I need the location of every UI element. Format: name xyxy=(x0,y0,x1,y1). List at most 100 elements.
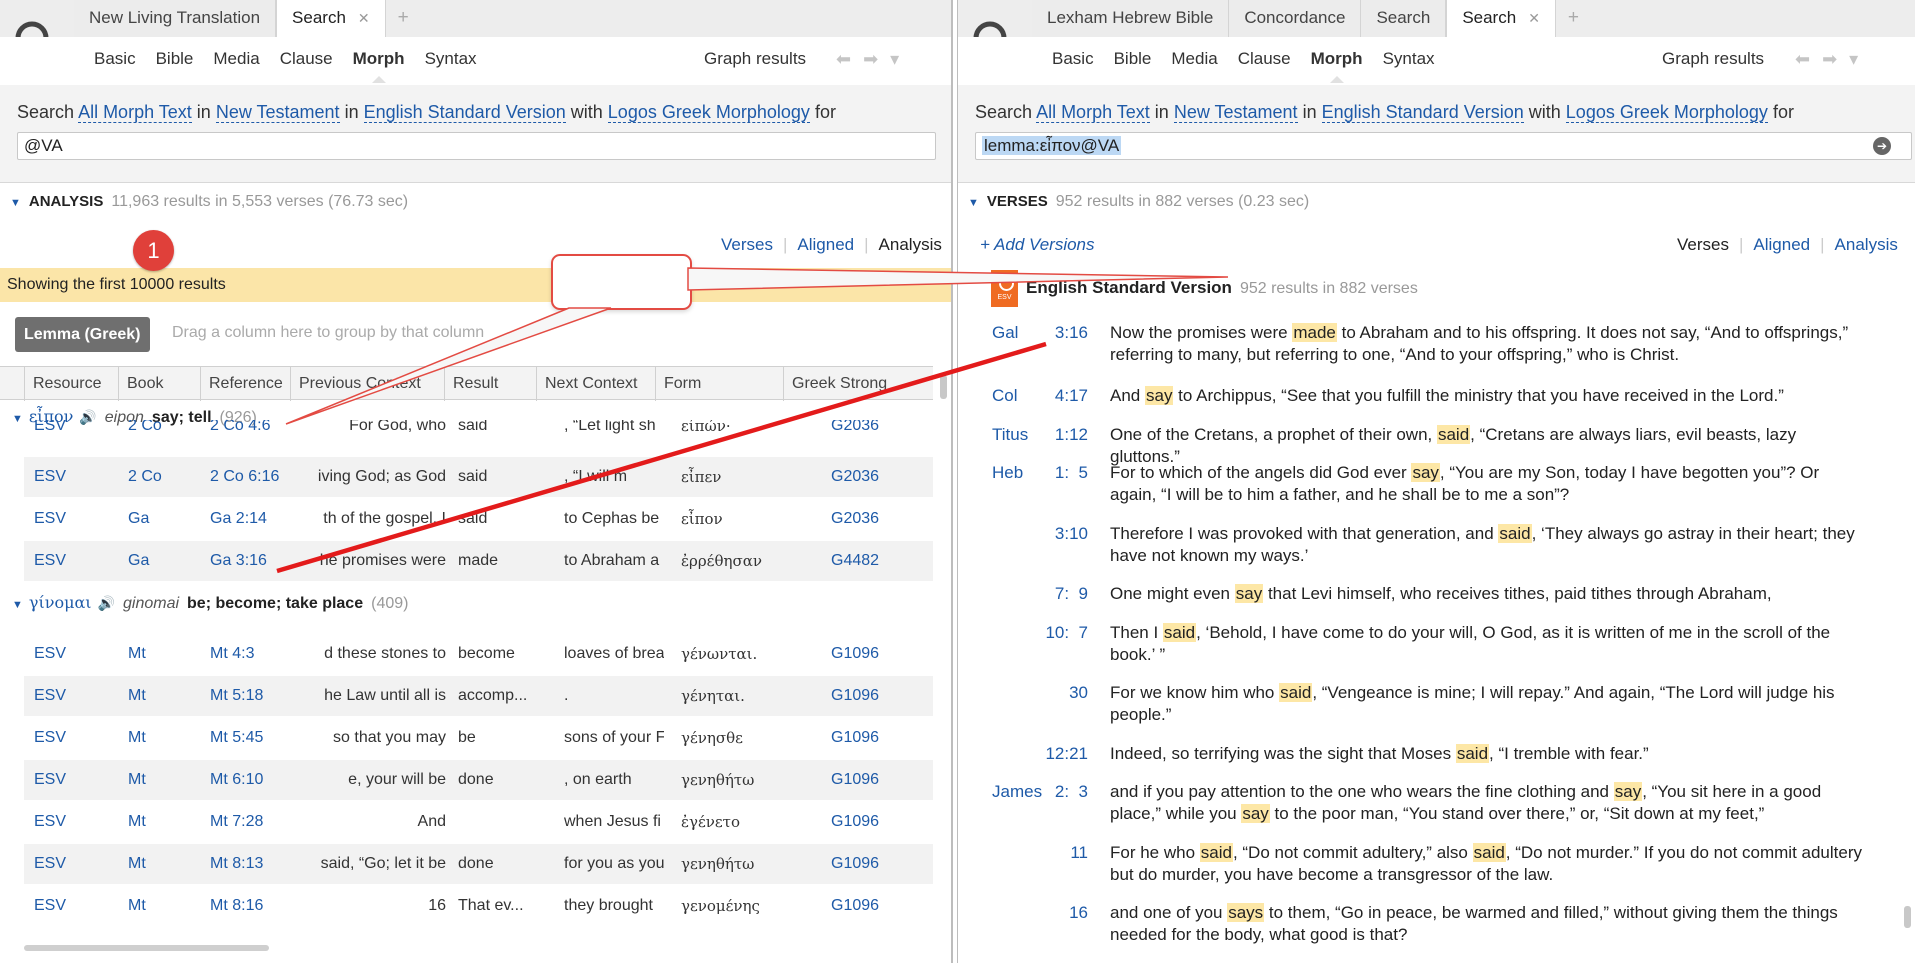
cell-resource[interactable]: ESV xyxy=(34,457,114,497)
column-header-next-context[interactable]: Next Context xyxy=(536,367,655,401)
search-field-dropdown[interactable]: All Morph Text xyxy=(1036,102,1150,123)
verse-reference[interactable]: 4:17 xyxy=(1018,385,1088,407)
verse-book[interactable]: Gal xyxy=(992,322,1018,344)
table-row[interactable]: ESV Mt Mt 7:28 And when Jesus fi ἐγένετο G1096 xyxy=(24,802,933,842)
vertical-scrollbar[interactable] xyxy=(940,305,947,945)
cell-resource[interactable]: ESV xyxy=(34,802,114,842)
cell-strong[interactable]: G1096 xyxy=(831,676,921,716)
search-range-dropdown[interactable]: New Testament xyxy=(1173,102,1298,123)
view-aligned-link[interactable]: Aligned xyxy=(797,235,854,254)
cell-strong[interactable]: G2036 xyxy=(831,457,921,497)
horizontal-scrollbar[interactable] xyxy=(24,945,269,951)
verse-reference[interactable]: 3:10 xyxy=(1018,523,1088,545)
tab-search[interactable]: Search ✕ xyxy=(276,0,386,37)
column-header-previous-context[interactable]: Previous Context xyxy=(290,367,444,401)
verse-book[interactable]: Col xyxy=(992,385,1018,407)
cell-strong[interactable]: G1096 xyxy=(831,760,921,800)
subtab-morph[interactable]: Morph xyxy=(1311,49,1363,83)
subtab-clause[interactable]: Clause xyxy=(1238,49,1291,69)
verse-reference[interactable]: 2: 3 xyxy=(1018,781,1088,803)
subtab-morph[interactable]: Morph xyxy=(353,49,405,83)
column-header-form[interactable]: Form xyxy=(655,367,783,401)
add-versions-link[interactable]: + Add Versions xyxy=(980,235,1095,255)
search-query-input[interactable]: lemma:εἶπον@VA xyxy=(975,132,1912,160)
cell-strong[interactable]: G2036 xyxy=(831,499,921,539)
subtab-syntax[interactable]: Syntax xyxy=(1383,49,1435,69)
cell-resource[interactable]: ESV xyxy=(34,844,114,884)
cell-strong[interactable]: G4482 xyxy=(831,541,921,581)
subtab-clause[interactable]: Clause xyxy=(280,49,333,69)
collapse-triangle-icon[interactable]: ▼ xyxy=(12,599,23,611)
search-range-dropdown[interactable]: New Testament xyxy=(215,102,340,123)
lemma-greek[interactable]: γίνομαι xyxy=(29,593,92,612)
table-row[interactable]: ESV 2 Co 2 Co 6:16 iving God; as God said, “… xyxy=(24,457,933,497)
column-header-result[interactable]: Result xyxy=(444,367,536,401)
cell-book[interactable]: Ga xyxy=(128,499,204,539)
cell-book[interactable]: Mt xyxy=(128,802,204,842)
verse-reference[interactable]: 11 xyxy=(1018,842,1088,864)
cell-book[interactable]: Ga xyxy=(128,541,204,581)
view-analysis-link[interactable]: Analysis xyxy=(1835,235,1898,254)
version-name[interactable]: English Standard Version xyxy=(1026,278,1232,297)
cell-resource[interactable]: ESV xyxy=(34,760,114,800)
tab-concordance[interactable]: Concordance xyxy=(1229,0,1362,37)
vertical-scrollbar[interactable] xyxy=(1904,270,1911,950)
graph-results-button[interactable]: Graph results xyxy=(1662,49,1764,69)
collapse-triangle-icon[interactable]: ▼ xyxy=(12,413,23,425)
search-version-dropdown[interactable]: English Standard Version xyxy=(363,102,566,123)
verse-reference[interactable]: 7: 9 xyxy=(1018,583,1088,605)
table-row[interactable]: ESV Mt Mt 6:10 e, your will be done, on eart… xyxy=(24,760,933,800)
cell-resource[interactable]: ESV xyxy=(34,499,114,539)
verse-reference[interactable]: 3:16 xyxy=(1018,322,1088,344)
subtab-basic[interactable]: Basic xyxy=(1052,49,1094,69)
search-version-dropdown[interactable]: English Standard Version xyxy=(1321,102,1524,123)
subtab-syntax[interactable]: Syntax xyxy=(425,49,477,69)
verses-section-header[interactable]: ▼ VERSES 952 results in 882 verses (0.23 s… xyxy=(968,193,1309,211)
subtab-bible[interactable]: Bible xyxy=(156,49,194,69)
tab-new-living-translation[interactable]: New Living Translation xyxy=(74,0,277,37)
morphology-dropdown[interactable]: Logos Greek Morphology xyxy=(607,102,810,123)
subtab-bible[interactable]: Bible xyxy=(1114,49,1152,69)
cell-strong[interactable]: G1096 xyxy=(831,886,921,926)
column-header-reference[interactable]: Reference xyxy=(200,367,290,401)
graph-results-button[interactable]: Graph results xyxy=(704,49,806,69)
tab-lexham-hebrew-bible[interactable]: Lexham Hebrew Bible xyxy=(1032,0,1230,37)
cell-resource[interactable]: ESV xyxy=(34,420,114,446)
cell-book[interactable]: Mt xyxy=(128,760,204,800)
new-tab-icon[interactable]: + xyxy=(1556,0,1591,37)
view-verses-link[interactable]: Verses xyxy=(721,235,773,254)
cell-strong[interactable]: G2036 xyxy=(831,420,921,446)
subtab-media[interactable]: Media xyxy=(213,49,259,69)
speaker-icon[interactable]: 🔊 xyxy=(98,595,115,611)
tab-search[interactable]: Search ✕ xyxy=(1446,0,1556,37)
cell-book[interactable]: Mt xyxy=(128,676,204,716)
analysis-section-header[interactable]: ▼ ANALYSIS 11,963 results in 5,553 verses … xyxy=(10,193,408,211)
close-tab-icon[interactable]: ✕ xyxy=(358,10,370,26)
cell-strong[interactable]: G1096 xyxy=(831,718,921,758)
cell-book[interactable]: Mt xyxy=(128,718,204,758)
new-tab-icon[interactable]: + xyxy=(386,0,421,37)
cell-book[interactable]: 2 Co xyxy=(128,420,204,446)
verse-reference[interactable]: 10: 7 xyxy=(1018,622,1088,644)
view-analysis-link[interactable]: Analysis xyxy=(879,235,942,254)
cell-book[interactable]: Mt xyxy=(128,886,204,926)
verse-reference[interactable]: 12:21 xyxy=(1018,743,1088,765)
search-field-dropdown[interactable]: All Morph Text xyxy=(78,102,192,123)
close-tab-icon[interactable]: ✕ xyxy=(1528,10,1540,26)
lemma-group-header[interactable]: ▼ γίνομαι 🔊 ginomai be; become; take place (4… xyxy=(0,588,408,618)
verse-reference[interactable]: 1: 5 xyxy=(1018,462,1088,484)
table-row[interactable]: ESV Mt Mt 8:16 16 That ev... they brought γενο… xyxy=(24,886,933,926)
verse-reference[interactable]: 30 xyxy=(1018,682,1088,704)
morphology-dropdown[interactable]: Logos Greek Morphology xyxy=(1565,102,1768,123)
cell-resource[interactable]: ESV xyxy=(34,886,114,926)
table-row[interactable]: ESV Mt Mt 4:3 d these stones to become loaves… xyxy=(24,634,933,674)
cell-resource[interactable]: ESV xyxy=(34,541,114,581)
subtab-basic[interactable]: Basic xyxy=(94,49,136,69)
cell-book[interactable]: Mt xyxy=(128,844,204,884)
cell-resource[interactable]: ESV xyxy=(34,676,114,716)
cell-strong[interactable]: G1096 xyxy=(831,802,921,842)
search-query-input[interactable] xyxy=(17,132,936,160)
verse-reference[interactable]: 16 xyxy=(1018,902,1088,924)
cell-book[interactable]: Mt xyxy=(128,634,204,674)
collapse-triangle-icon[interactable]: ▼ xyxy=(10,197,21,209)
